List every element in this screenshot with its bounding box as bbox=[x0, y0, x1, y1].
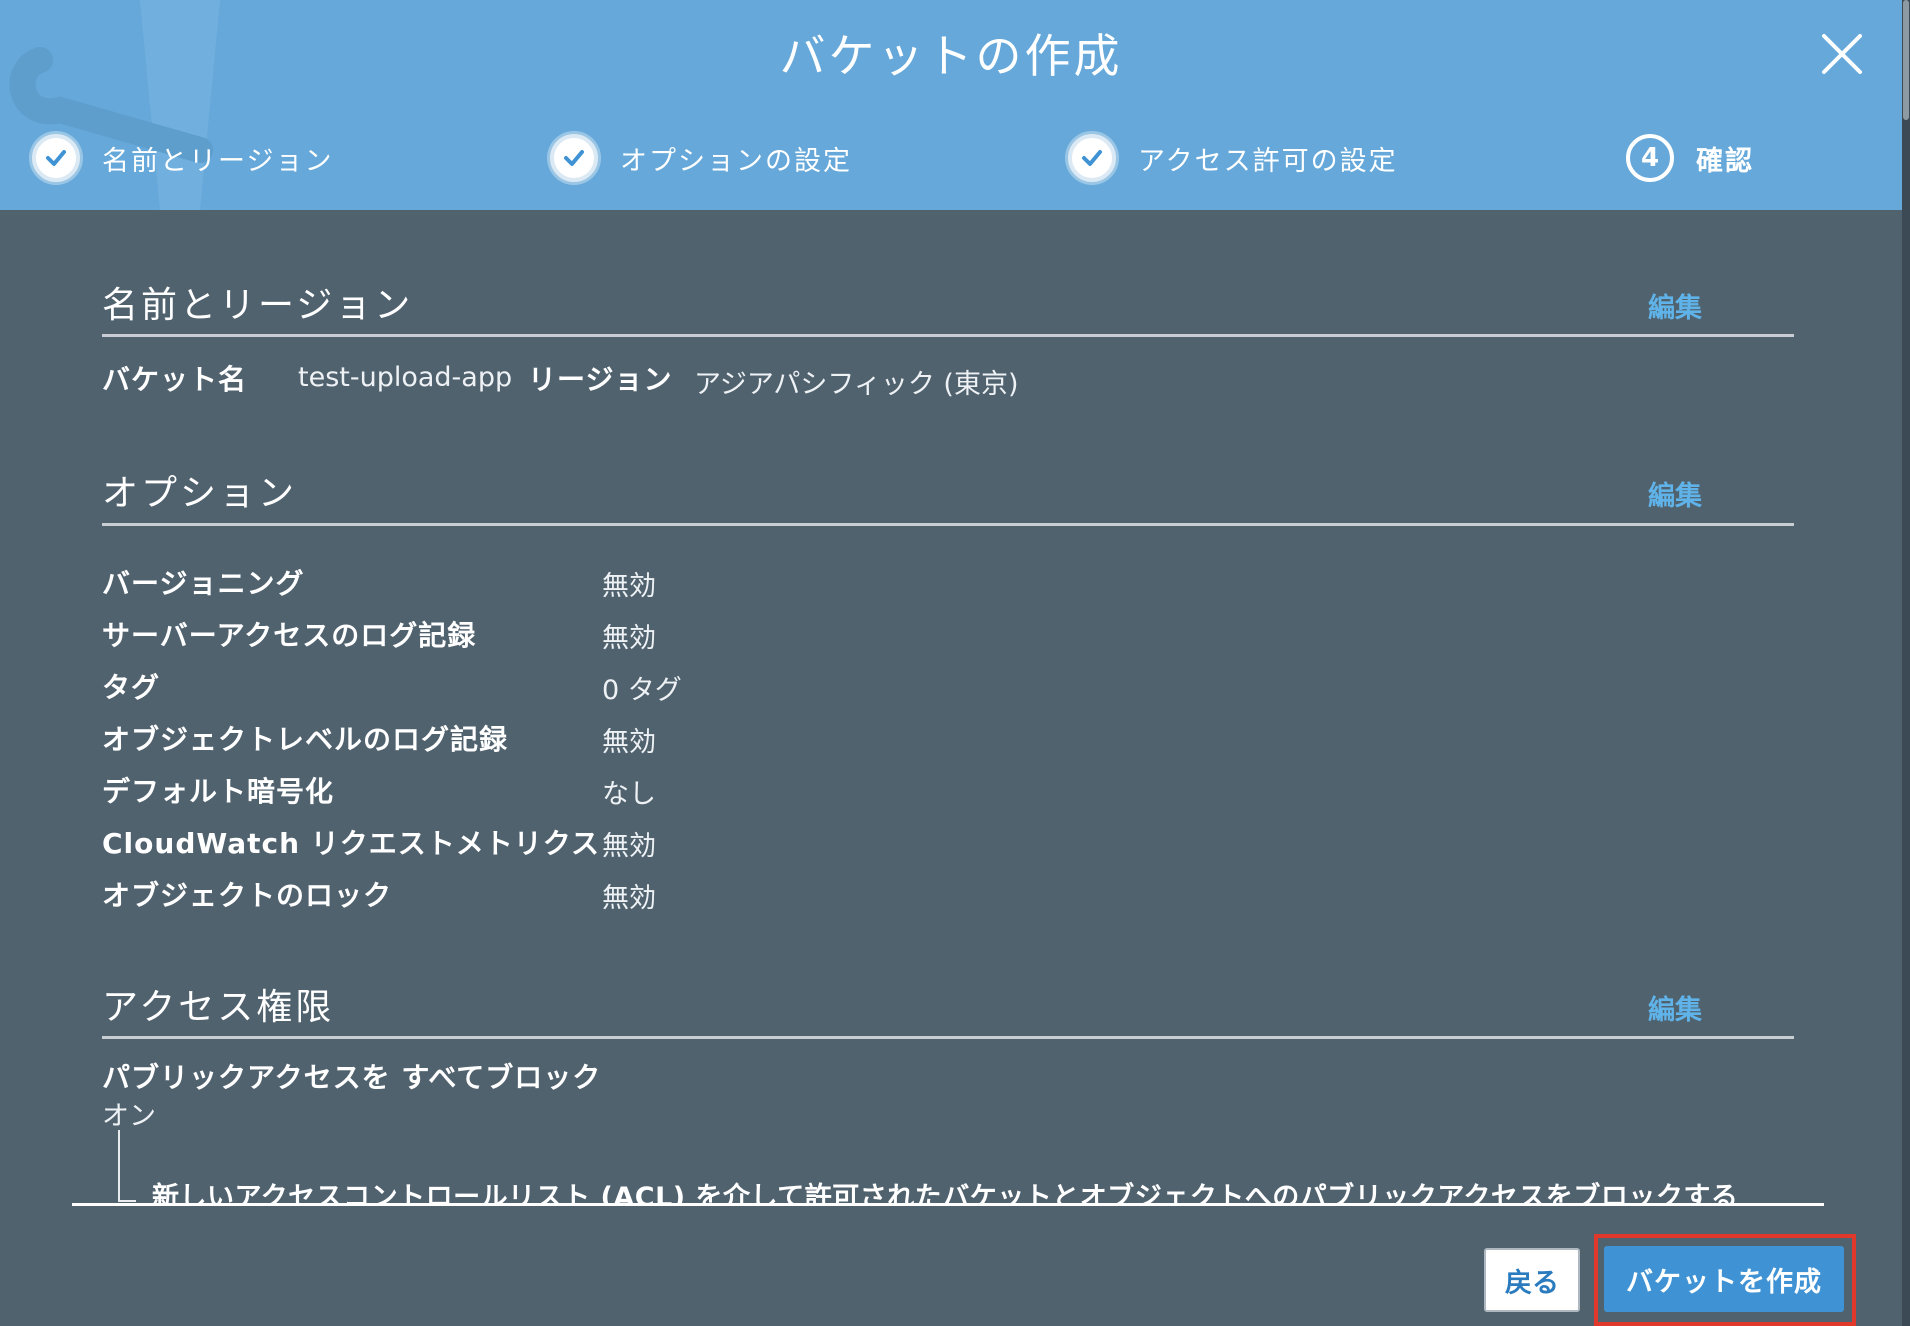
check-icon bbox=[1068, 134, 1116, 182]
scrollbar-thumb[interactable] bbox=[1903, 0, 1909, 120]
step-label: アクセス許可の設定 bbox=[1138, 145, 1398, 177]
option-label-cloudwatch: CloudWatch リクエストメトリクス bbox=[102, 827, 600, 860]
option-value-object-logging: 無効 bbox=[602, 727, 656, 758]
option-label-encryption: デフォルト暗号化 bbox=[102, 775, 335, 808]
bucket-name-value: test-upload-app bbox=[298, 362, 513, 393]
section-divider bbox=[102, 334, 1794, 337]
acl-block-item: 新しいアクセスコントロールリスト (ACL) を介して許可されたバケットとオブジ… bbox=[152, 1182, 1739, 1204]
check-icon bbox=[550, 134, 598, 182]
step-label: 名前とリージョン bbox=[102, 145, 334, 177]
create-bucket-button[interactable]: バケットを作成 bbox=[1604, 1246, 1844, 1312]
step-number-badge: 4 bbox=[1626, 134, 1674, 182]
option-value-cloudwatch: 無効 bbox=[602, 831, 656, 862]
step-options[interactable]: オプションの設定 bbox=[550, 130, 852, 186]
option-label-access-logging: サーバーアクセスのログ記録 bbox=[102, 619, 477, 652]
section-title-access: アクセス権限 bbox=[102, 987, 335, 1028]
close-icon[interactable] bbox=[1818, 30, 1866, 78]
option-label-object-lock: オブジェクトのロック bbox=[102, 879, 393, 912]
option-value-object-lock: 無効 bbox=[602, 883, 656, 914]
dialog-title: バケットの作成 bbox=[779, 29, 1123, 83]
edit-access-link[interactable]: 編集 bbox=[1648, 988, 1702, 1027]
review-content: 名前とリージョン 編集 バケット名 test-upload-app リージョン … bbox=[0, 210, 1902, 1204]
step-permissions[interactable]: アクセス許可の設定 bbox=[1068, 130, 1398, 186]
step-review[interactable]: 4 確認 bbox=[1626, 130, 1754, 186]
check-icon bbox=[32, 134, 80, 182]
option-value-encryption: なし bbox=[602, 779, 656, 810]
block-public-access-label: パブリックアクセスを すべてブロック bbox=[102, 1061, 602, 1094]
step-name-region[interactable]: 名前とリージョン bbox=[32, 130, 333, 186]
section-title-name-region: 名前とリージョン bbox=[102, 285, 414, 326]
back-button[interactable]: 戻る bbox=[1484, 1248, 1580, 1312]
step-label: オプションの設定 bbox=[620, 145, 852, 177]
block-public-access-value: オン bbox=[102, 1101, 156, 1132]
section-divider bbox=[102, 523, 1794, 526]
step-label: 確認 bbox=[1696, 145, 1754, 177]
tree-connector-elbow bbox=[118, 1200, 136, 1202]
region-label: リージョン bbox=[528, 363, 673, 396]
option-label-versioning: バージョニング bbox=[102, 567, 305, 600]
edit-options-link[interactable]: 編集 bbox=[1648, 474, 1702, 513]
option-label-object-logging: オブジェクトレベルのログ記録 bbox=[102, 723, 509, 756]
footer-divider bbox=[72, 1203, 1824, 1206]
option-label-tags: タグ bbox=[102, 671, 161, 704]
tree-connector bbox=[118, 1130, 120, 1202]
option-value-access-logging: 無効 bbox=[602, 623, 656, 654]
option-value-tags: 0 タグ bbox=[602, 675, 682, 706]
section-title-options: オプション bbox=[102, 473, 298, 514]
edit-name-region-link[interactable]: 編集 bbox=[1648, 286, 1702, 325]
bucket-name-label: バケット名 bbox=[102, 363, 248, 396]
wizard-header: バケットの作成 名前とリージョン オプションの設定 アクセス許可の設定 4 確認 bbox=[0, 0, 1902, 210]
option-value-versioning: 無効 bbox=[602, 571, 656, 602]
region-value: アジアパシフィック (東京) bbox=[694, 369, 1019, 400]
scrollbar-track[interactable] bbox=[1902, 0, 1910, 1326]
section-divider bbox=[102, 1036, 1794, 1039]
